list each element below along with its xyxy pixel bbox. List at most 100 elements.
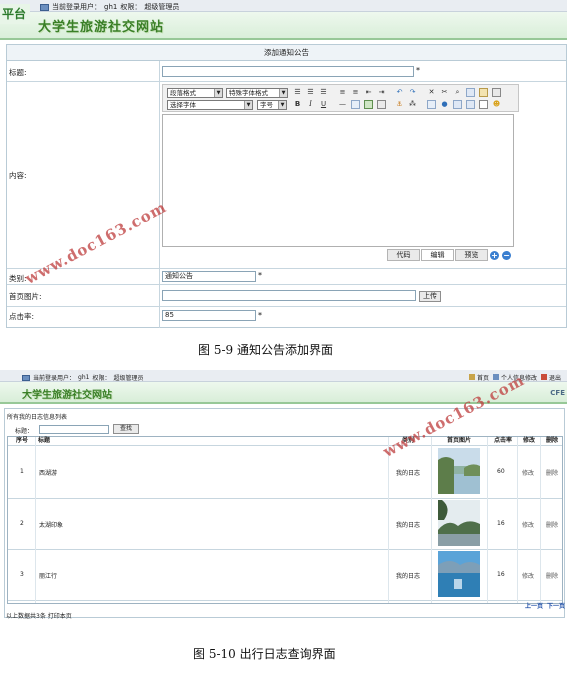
textbox-icon[interactable] — [351, 100, 360, 109]
row-clicks: 60 — [497, 468, 505, 475]
ordered-list-icon[interactable]: ≡ — [338, 88, 347, 97]
permission-value: 超级管理员 — [113, 375, 144, 382]
row-divider — [8, 498, 562, 499]
login-info: 当前登录用户： gh1 权限： 超级管理员 — [22, 373, 143, 382]
table-footer: 以上数据共3条 打印本页 — [6, 613, 72, 620]
profile-icon — [492, 374, 499, 380]
col-header-no: 序号 — [15, 437, 28, 444]
logout-link[interactable]: 退出 — [540, 373, 561, 382]
shrink-icon[interactable]: − — [502, 251, 511, 260]
copy-icon[interactable] — [466, 88, 475, 97]
chevron-down-icon: ▼ — [278, 101, 286, 109]
flash-icon[interactable] — [453, 100, 462, 109]
table-icon[interactable] — [427, 100, 436, 109]
required-mark: * — [258, 311, 262, 320]
row-cover-image — [438, 448, 480, 494]
edit-link[interactable]: 修改 — [522, 468, 534, 477]
editor-mode-tabs: 代码 编辑 预览 — [387, 249, 488, 261]
search-button[interactable]: 查找 — [113, 424, 139, 434]
delete-link[interactable]: 删除 — [546, 571, 558, 580]
tab-code[interactable]: 代码 — [387, 249, 420, 261]
delete-link[interactable]: 删除 — [546, 520, 558, 529]
clicks-input[interactable]: 85 — [162, 310, 256, 321]
login-user: gh1 — [104, 3, 118, 11]
row-category: 我的日志 — [396, 470, 421, 477]
redo-icon[interactable]: ↷ — [408, 88, 417, 97]
row-cover-image — [438, 500, 480, 546]
paragraph-format-select[interactable]: 段落格式 ▼ — [167, 88, 223, 98]
indent-icon[interactable]: ⇥ — [377, 88, 386, 97]
underline-icon[interactable]: U — [319, 100, 328, 109]
search-input[interactable] — [39, 425, 109, 434]
chevron-down-icon: ▼ — [279, 89, 287, 97]
site-title: 大学生旅游社交网站 — [22, 390, 112, 401]
row-clicks: 16 — [497, 571, 505, 578]
emoticon-icon[interactable]: ☻ — [492, 100, 501, 109]
platform-label: 平台 — [0, 4, 30, 24]
user-doc-icon — [22, 374, 30, 381]
figure-caption-2: 图 5-10 出行日志查询界面 — [193, 647, 336, 661]
row-title: 太湖印象 — [39, 522, 64, 529]
editor-content-area[interactable] — [162, 114, 514, 247]
row-clicks: 16 — [497, 520, 505, 527]
rich-text-editor: 段落格式 ▼ 特殊字体格式 ▼ 选择字体 ▼ 字号 ▼ ☰ ☰ ☰ ≡ ≡ ⇤ … — [162, 84, 519, 261]
login-label: 当前登录用户： — [52, 3, 101, 11]
col-divider — [487, 437, 488, 603]
login-user: gh1 — [78, 374, 90, 381]
cover-image-input[interactable] — [162, 290, 416, 301]
tab-preview[interactable]: 预览 — [455, 249, 488, 261]
bold-icon[interactable]: B — [293, 100, 302, 109]
special-char-icon[interactable]: ⁂ — [408, 100, 417, 109]
edit-link[interactable]: 修改 — [522, 520, 534, 529]
font-family-select[interactable]: 选择字体 ▼ — [167, 100, 253, 110]
upload-button[interactable]: 上传 — [419, 291, 441, 302]
row-no: 3 — [20, 571, 24, 578]
media-icon[interactable] — [377, 100, 386, 109]
font-format-select[interactable]: 特殊字体格式 ▼ — [226, 88, 288, 98]
permission-label: 权限： — [92, 375, 111, 382]
font-size-select[interactable]: 字号 ▼ — [257, 100, 287, 110]
print-icon[interactable] — [492, 88, 501, 97]
link-icon[interactable]: ⚓ — [395, 100, 404, 109]
permission-label: 权限： — [120, 3, 142, 11]
row-divider — [8, 600, 562, 601]
paste-icon[interactable] — [479, 88, 488, 97]
globe-icon[interactable]: ● — [440, 100, 449, 109]
find-icon[interactable]: ⌕ — [453, 88, 462, 97]
row-divider — [8, 549, 562, 550]
home-link-label: 首页 — [476, 375, 489, 382]
title-input[interactable] — [162, 66, 414, 77]
col-divider — [35, 437, 36, 603]
permission-value: 超级管理员 — [144, 3, 180, 11]
search-label: 标题： — [15, 428, 34, 435]
prev-page-link[interactable]: 上一页 — [525, 601, 543, 610]
required-mark: * — [258, 271, 262, 280]
row-no: 2 — [20, 520, 24, 527]
align-center-icon[interactable]: ☰ — [306, 88, 315, 97]
enlarge-icon[interactable]: + — [490, 251, 499, 260]
row-category: 我的日志 — [396, 522, 421, 529]
col-header-image: 首页图片 — [446, 437, 471, 444]
align-left-icon[interactable]: ☰ — [293, 88, 302, 97]
log-table: 序号 标题 类别 首页图片 点击率 修改 删除 1 西湖游 我的日志 60 修改… — [7, 436, 563, 604]
tab-edit[interactable]: 编辑 — [421, 249, 454, 261]
document-icon[interactable] — [466, 100, 475, 109]
delete-link[interactable]: 删除 — [546, 468, 558, 477]
align-right-icon[interactable]: ☰ — [319, 88, 328, 97]
undo-icon[interactable]: ↶ — [395, 88, 404, 97]
site-title: 大学生旅游社交网站 — [38, 20, 165, 35]
outdent-icon[interactable]: ⇤ — [364, 88, 373, 97]
edit-link[interactable]: 修改 — [522, 571, 534, 580]
next-page-link[interactable]: 下一页 — [547, 601, 565, 610]
horizontal-rule-icon[interactable]: — — [338, 100, 347, 109]
unordered-list-icon[interactable]: ≡ — [351, 88, 360, 97]
notice-add-screenshot: 当前登录用户： gh1 权限： 超级管理员 平台 大学生旅游社交网站 添加通知公… — [0, 0, 567, 328]
delete-icon[interactable]: ✕ — [427, 88, 436, 97]
cut-icon[interactable]: ✂ — [440, 88, 449, 97]
home-link[interactable]: 首页 — [468, 373, 489, 382]
image-icon[interactable] — [364, 100, 373, 109]
italic-icon[interactable]: I — [306, 100, 315, 109]
category-input[interactable]: 通知公告 — [162, 271, 256, 282]
category-value: 通知公告 — [165, 272, 193, 280]
page-icon[interactable] — [479, 100, 488, 109]
